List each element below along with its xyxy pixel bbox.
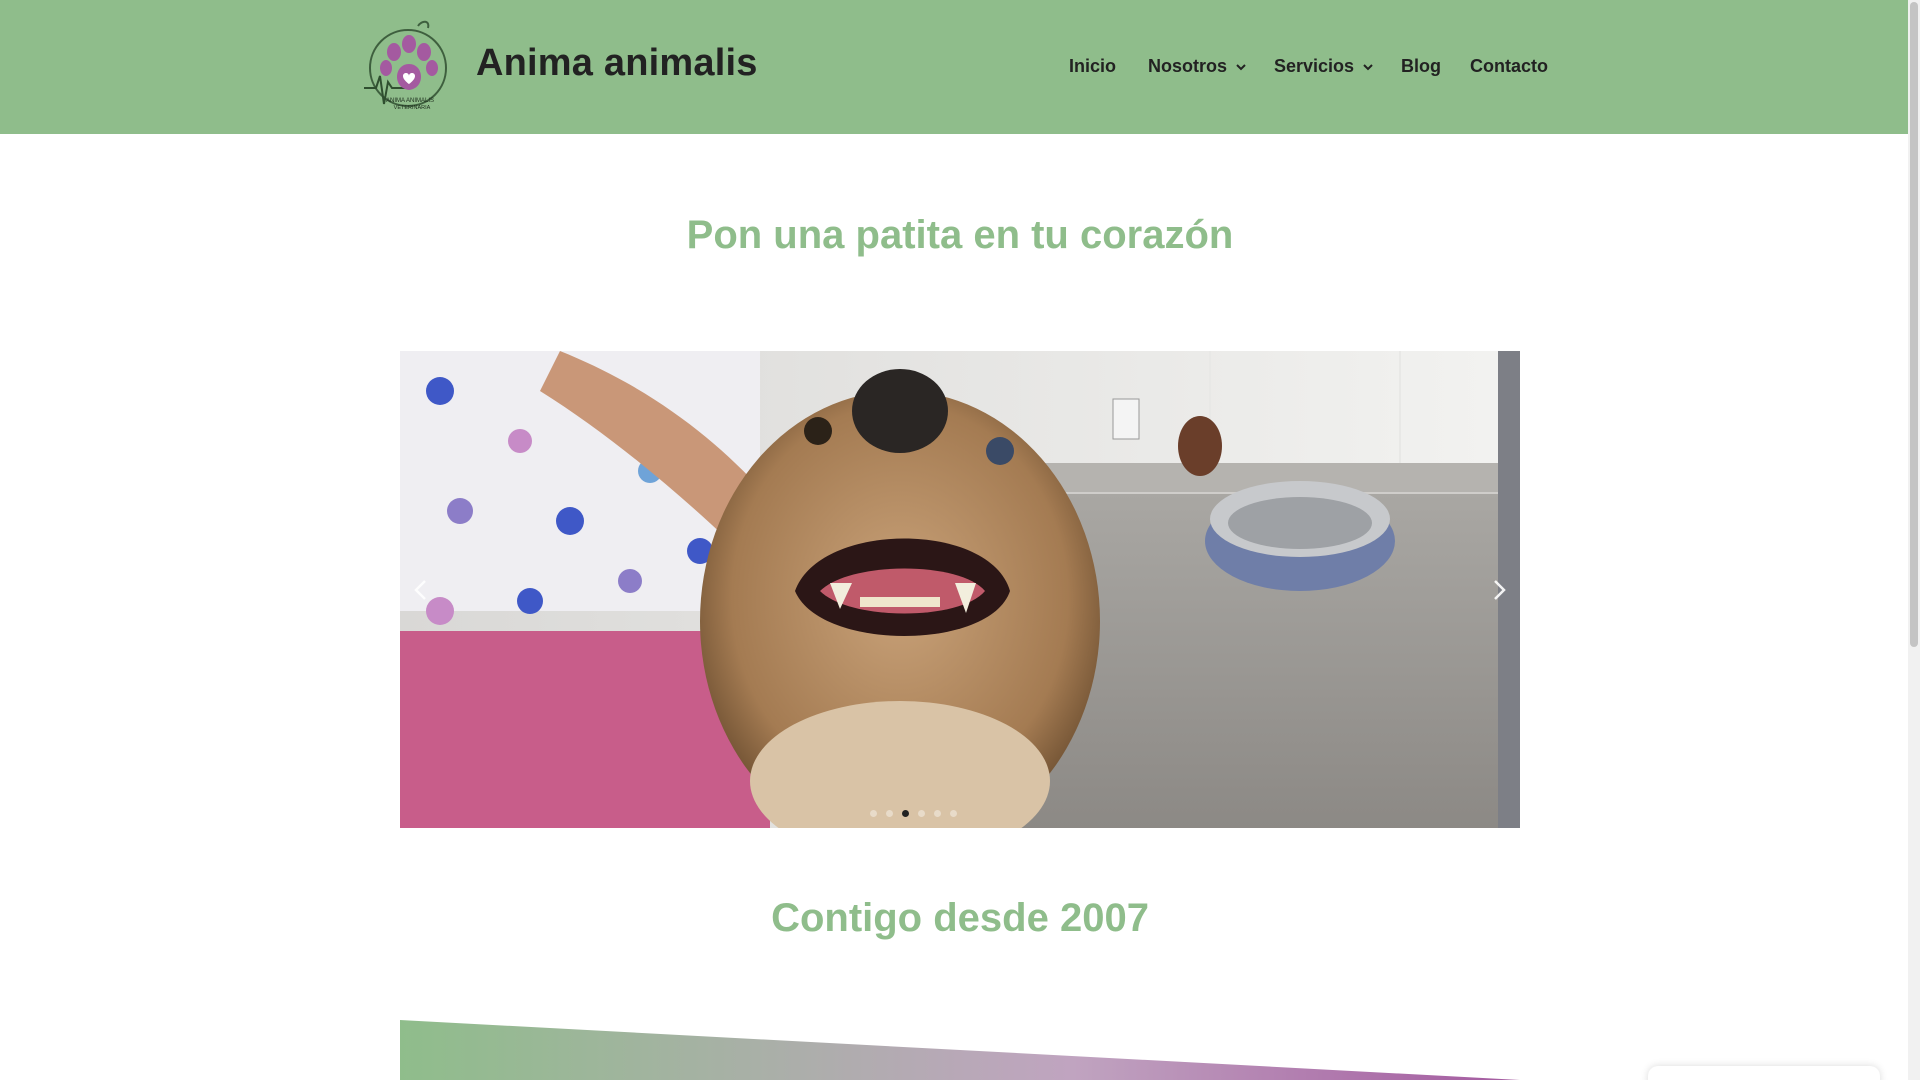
slider-dot[interactable]: [918, 810, 925, 817]
slider-dot-active[interactable]: [902, 810, 909, 817]
logo-text-line1: ANIMA ANIMALIS: [386, 98, 434, 104]
nav-item-label: Inicio: [1069, 56, 1117, 76]
chevron-down-icon: [1236, 63, 1246, 70]
nav-item-label: Contacto: [1470, 56, 1548, 76]
slider-dot[interactable]: [934, 810, 941, 817]
site-header: ANIMA ANIMALIS VETERINARIA Anima animali…: [0, 0, 1908, 134]
logo-text-line2: VETERINARIA: [394, 105, 431, 111]
nav-item-servicios[interactable]: Servicios: [1274, 56, 1374, 77]
nav-item-inicio[interactable]: Inicio: [1069, 56, 1116, 77]
gradient-banner: [400, 1020, 1520, 1080]
slider-dot[interactable]: [870, 810, 877, 817]
nav-item-contacto[interactable]: Contacto: [1470, 56, 1548, 77]
chat-widget[interactable]: [1648, 1066, 1880, 1080]
chevron-down-icon: [1363, 63, 1373, 70]
hero-heading: Pon una patita en tu corazón: [686, 213, 1234, 257]
main-nav: Inicio Nosotros Servicios Blog Contacto: [0, 56, 1908, 78]
slider-dots: [870, 810, 957, 817]
chevron-left-icon[interactable]: [408, 575, 434, 605]
slide-image-dog: [400, 351, 1498, 828]
nav-item-nosotros[interactable]: Nosotros: [1148, 56, 1247, 77]
nav-item-label: Nosotros: [1148, 56, 1228, 76]
image-slider[interactable]: [400, 351, 1520, 828]
slider-dot[interactable]: [950, 810, 957, 817]
nav-item-blog[interactable]: Blog: [1401, 56, 1441, 77]
chevron-right-icon[interactable]: [1486, 575, 1512, 605]
section-heading: Contigo desde 2007: [771, 896, 1149, 940]
nav-item-label: Blog: [1401, 56, 1441, 76]
scrollbar-thumb[interactable]: [1910, 2, 1918, 647]
nav-item-label: Servicios: [1274, 56, 1355, 76]
slider-dot[interactable]: [886, 810, 893, 817]
